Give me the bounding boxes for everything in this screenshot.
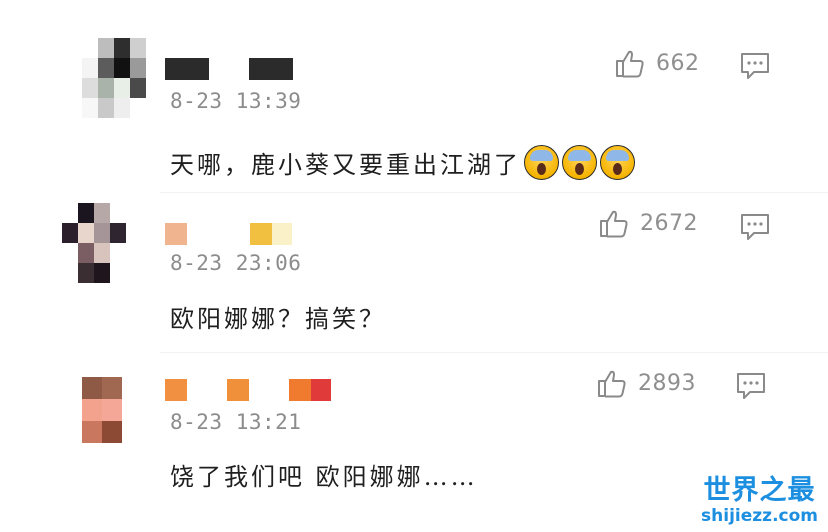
avatar-pixel xyxy=(94,243,110,263)
comment-text-body: 饶了我们吧 欧阳娜娜…… xyxy=(170,463,478,491)
avatar-pixel xyxy=(130,98,146,118)
avatar-pixel xyxy=(114,78,130,98)
avatar-pixel xyxy=(62,263,78,283)
avatar-pixel xyxy=(110,263,126,283)
avatar-pixel xyxy=(62,223,78,243)
avatar-pixel xyxy=(98,38,114,58)
avatar-pixel xyxy=(82,421,102,443)
like-count: 2893 xyxy=(638,370,696,396)
divider xyxy=(160,352,828,353)
comment-timestamp: 8-23 23:06 xyxy=(170,251,302,275)
reply-button[interactable] xyxy=(740,52,770,84)
avatar[interactable] xyxy=(82,377,122,443)
comment-item-2: 8-23 23:06 2672 欧阳娜娜？搞笑？ xyxy=(0,195,828,355)
divider xyxy=(160,192,828,193)
avatar-pixel xyxy=(130,78,146,98)
avatar-pixel xyxy=(114,98,130,118)
reply-button[interactable] xyxy=(740,213,770,245)
avatar-pixel xyxy=(62,243,78,263)
avatar[interactable] xyxy=(82,38,146,118)
comment-icon xyxy=(737,373,765,399)
like-count: 2672 xyxy=(640,210,698,236)
avatar-pixel xyxy=(110,223,126,243)
comment-item-1: 8-23 13:39 662 天哪，鹿小葵又要重出江湖了 xyxy=(0,0,828,195)
avatar-pixel xyxy=(114,58,130,78)
avatar-pixel xyxy=(98,58,114,78)
watermark-title: 世界之最 xyxy=(703,475,816,506)
like-button[interactable]: 2672 xyxy=(598,207,698,239)
avatar-pixel xyxy=(82,377,102,399)
thumbs-up-icon xyxy=(616,50,644,78)
username-redacted[interactable] xyxy=(165,379,335,401)
like-button[interactable]: 2893 xyxy=(596,367,696,399)
avatar-pixel xyxy=(102,399,122,421)
avatar-pixel xyxy=(94,203,110,223)
avatar-pixel xyxy=(82,38,98,58)
username-redacted[interactable] xyxy=(165,223,295,245)
avatar-pixel xyxy=(78,203,94,223)
avatar-pixel xyxy=(114,38,130,58)
avatar-pixel xyxy=(82,58,98,78)
avatar-pixel xyxy=(102,377,122,399)
comment-icon xyxy=(741,53,769,79)
comment-text: 天哪，鹿小葵又要重出江湖了 xyxy=(170,145,635,180)
comment-text: 饶了我们吧 欧阳娜娜…… xyxy=(170,457,478,492)
screaming-face-emoji-icon xyxy=(524,145,559,180)
comment-timestamp: 8-23 13:39 xyxy=(170,89,302,113)
avatar-pixel xyxy=(110,243,126,263)
watermark-url: shijiezz.com xyxy=(701,506,818,526)
avatar-pixel xyxy=(130,38,146,58)
avatar-pixel xyxy=(94,223,110,243)
avatar-pixel xyxy=(78,243,94,263)
avatar-pixel xyxy=(82,98,98,118)
screaming-face-emoji-icon xyxy=(562,145,597,180)
thumbs-up-icon xyxy=(598,370,626,398)
avatar-pixel xyxy=(102,421,122,443)
avatar-pixel xyxy=(78,223,94,243)
like-button[interactable]: 662 xyxy=(614,47,700,79)
avatar-pixel xyxy=(98,78,114,98)
avatar-pixel xyxy=(82,399,102,421)
avatar-pixel xyxy=(98,98,114,118)
avatar-pixel xyxy=(82,78,98,98)
comment-text-body: 天哪，鹿小葵又要重出江湖了 xyxy=(170,151,521,179)
comment-icon xyxy=(741,214,769,240)
avatar[interactable] xyxy=(62,203,126,283)
avatar-pixel xyxy=(130,58,146,78)
username-redacted[interactable] xyxy=(165,58,295,80)
thumbs-up-icon xyxy=(600,210,628,238)
comment-text-body: 欧阳娜娜？搞笑？ xyxy=(170,305,386,333)
avatar-pixel xyxy=(62,203,78,223)
reply-button[interactable] xyxy=(736,372,766,404)
avatar-pixel xyxy=(110,203,126,223)
like-count: 662 xyxy=(656,50,700,76)
site-watermark: 世界之最 shijiezz.com xyxy=(701,475,818,527)
avatar-pixel xyxy=(94,263,110,283)
comment-text: 欧阳娜娜？搞笑？ xyxy=(170,299,386,334)
avatar-pixel xyxy=(78,263,94,283)
comment-timestamp: 8-23 13:21 xyxy=(170,410,302,434)
screaming-face-emoji-icon xyxy=(600,145,635,180)
